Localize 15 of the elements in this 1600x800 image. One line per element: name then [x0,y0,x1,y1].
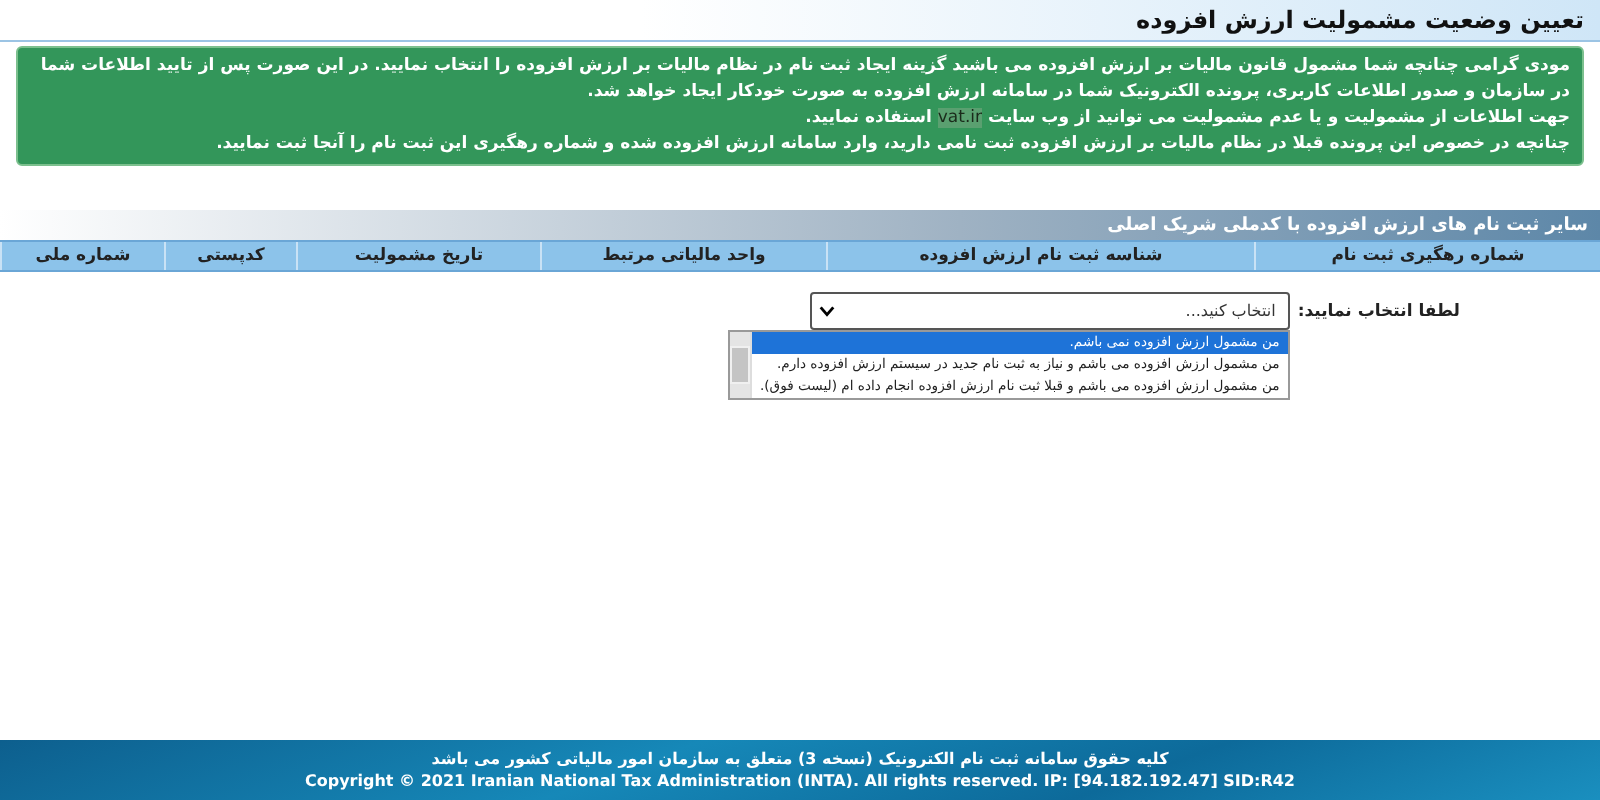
select-label: لطفا انتخاب نمایید: [1297,302,1460,322]
dropdown[interactable]: انتخاب کنید... [809,292,1290,330]
column-header: شناسه ثبت نام ارزش افزوده [826,242,1254,270]
page-title: تعیین وضعیت مشمولیت ارزش افزوده [1136,6,1584,34]
column-header: واحد مالیاتی مرتبط [540,242,826,270]
copyright-text: Copyright © 2021 Iranian National Tax Administration (INTA). All rights reserved. IP: [94.182.192.47] SID:R42 [305,770,1295,792]
column-header: شماره ملی [0,242,164,270]
column-header: کدپستی [164,242,296,270]
section-title: سایر ثبت نام های ارزش افزوده با کدملی شریک اصلی [1107,215,1588,235]
notice-text: مودی گرامی چنانچه شما مشمول قانون مالیات بر ارزش افزوده می باشید گزینه ایجاد ثبت نام در نظام مالیات بر ارزش افزوده را انتخاب نمایید. در این صورت پس از تایید اطلاعات شما در سازمان و صدور اطلاعات کاربری، پرونده الکترونیک شما در سامانه ارزش افزوده به صورت خودکار ایجاد خواهد شد. [38,54,1570,106]
notice-text: چنانچه در خصوص این پرونده قبلا در نظام مالیات بر ارزش افزوده ثبت نامی دارید، وارد سامانه ارزش افزوده شده و شماره رهگیری این ثبت نام را آنجا ثبت نمایید. [214,132,1570,158]
column-header: تاریخ مشمولیت [296,242,540,270]
footer-text: کلیه حقوق سامانه ثبت نام الکترونیک (نسخه 3) متعلق به سازمان امور مالیاتی کشور می باشد [431,748,1169,770]
website-link[interactable]: vat.ir [937,108,983,128]
column-header: شماره رهگیری ثبت نام [1254,242,1600,270]
